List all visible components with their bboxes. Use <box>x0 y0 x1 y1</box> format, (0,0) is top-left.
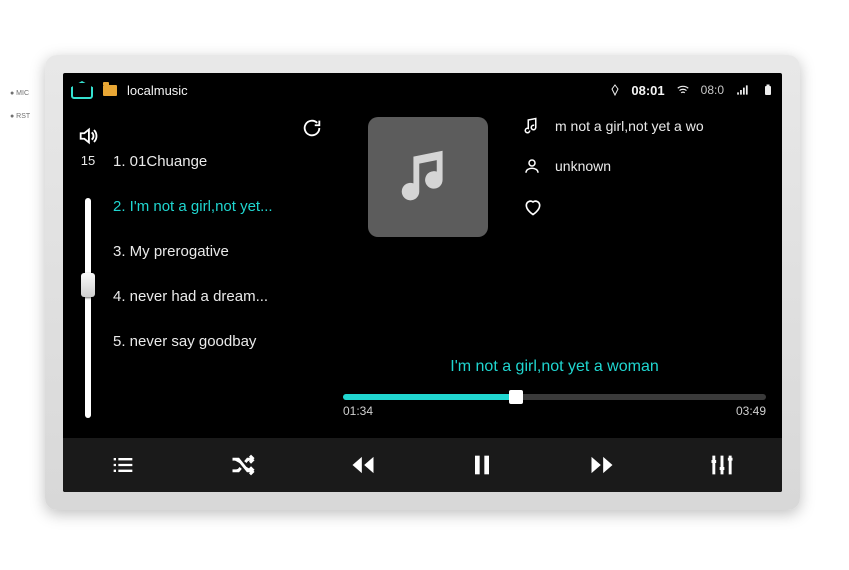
equalizer-icon <box>708 451 736 479</box>
app-title: localmusic <box>127 83 188 98</box>
volume-fill <box>85 198 91 418</box>
equalizer-button[interactable] <box>706 449 738 481</box>
battery-icon <box>762 82 774 98</box>
previous-button[interactable] <box>347 449 379 481</box>
playlist-item[interactable]: 3. My prerogative <box>113 229 333 274</box>
list-button[interactable] <box>107 449 139 481</box>
meta-artist-text: unknown <box>555 158 611 174</box>
screen: localmusic 08:01 08:0 15 <box>63 73 782 492</box>
rst-label: ● RST <box>10 113 30 120</box>
playlist: 1. 01Chuange2. I'm not a girl,not yet...… <box>113 107 333 438</box>
folder-icon <box>103 85 117 96</box>
playlist-item[interactable]: 4. never had a dream... <box>113 274 333 319</box>
meta-artist: unknown <box>523 157 770 175</box>
volume-thumb[interactable] <box>81 273 95 297</box>
refresh-icon[interactable] <box>301 117 323 139</box>
pause-icon <box>468 451 496 479</box>
playlist-item[interactable]: 2. I'm not a girl,not yet... <box>113 184 333 229</box>
meta-favorite[interactable] <box>523 197 770 217</box>
shuffle-button[interactable] <box>227 449 259 481</box>
speaker-icon[interactable] <box>77 125 99 147</box>
transport-controls <box>63 438 782 492</box>
status-bar: localmusic 08:01 08:0 <box>63 73 782 107</box>
now-playing: I'm not a girl,not yet a woman 01:34 03:… <box>343 358 766 418</box>
progress-fill <box>343 394 516 400</box>
wifi-icon <box>675 83 691 97</box>
time-total: 03:49 <box>736 404 766 418</box>
bezel-labels: ● MIC ● RST <box>10 90 30 120</box>
download-icon <box>585 83 599 97</box>
person-icon <box>523 157 541 175</box>
clock: 08:01 <box>631 83 664 98</box>
volume-value: 15 <box>81 153 95 168</box>
now-playing-title: I'm not a girl,not yet a woman <box>343 358 766 376</box>
diamond-icon <box>609 84 621 96</box>
device-bezel: localmusic 08:01 08:0 15 <box>45 55 800 510</box>
volume-slider[interactable] <box>85 198 91 418</box>
music-note-icon <box>523 117 541 135</box>
home-icon[interactable] <box>71 81 93 99</box>
playlist-item[interactable]: 5. never say goodbay <box>113 319 333 364</box>
next-button[interactable] <box>586 449 618 481</box>
next-icon <box>588 451 616 479</box>
progress-bar[interactable] <box>343 394 766 400</box>
playlist-item[interactable]: 1. 01Chuange <box>113 139 333 184</box>
pause-button[interactable] <box>466 449 498 481</box>
music-note-icon <box>393 142 463 212</box>
meta-song: m not a girl,not yet a wo <box>523 117 770 135</box>
time-elapsed: 01:34 <box>343 404 373 418</box>
meta-song-text: m not a girl,not yet a wo <box>555 118 704 134</box>
secondary-clock: 08:0 <box>701 83 724 97</box>
shuffle-icon <box>229 451 257 479</box>
list-icon <box>109 451 137 479</box>
signal-icon <box>734 83 752 97</box>
mic-label: ● MIC <box>10 90 30 97</box>
album-art <box>368 117 488 237</box>
progress-thumb[interactable] <box>509 390 523 404</box>
previous-icon <box>349 451 377 479</box>
heart-icon[interactable] <box>523 197 543 217</box>
volume-column: 15 <box>63 107 113 438</box>
